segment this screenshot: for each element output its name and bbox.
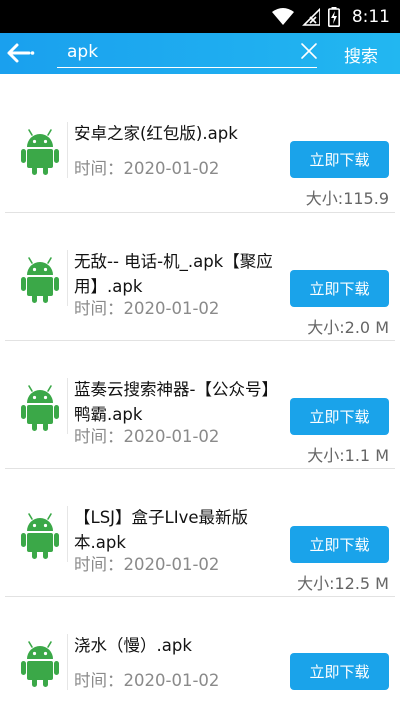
app-icon xyxy=(12,378,68,434)
app-size: 大小:2.0 M xyxy=(307,318,389,337)
status-time: 8:11 xyxy=(351,6,390,27)
app-time: 时间：2020-01-02 xyxy=(74,159,220,178)
android-icon xyxy=(21,129,59,175)
wifi-icon xyxy=(271,7,294,25)
app-name: 无敌-- 电话-机_.apk【聚应用】.apk xyxy=(74,252,273,296)
app-name: 安卓之家(红包版).apk xyxy=(74,124,238,143)
app-icon xyxy=(12,250,68,306)
list-item[interactable]: 安卓之家(红包版).apk 时间：2020-01-02 立即下载 大小:115.… xyxy=(0,85,400,213)
app-time: 时间：2020-01-02 xyxy=(74,671,220,690)
app-size: 大小:12.5 M xyxy=(297,574,389,593)
app-name: 浇水（慢）.apk xyxy=(74,636,192,655)
app-time: 时间：2020-01-02 xyxy=(74,299,220,318)
list-item[interactable]: 无敌-- 电话-机_.apk【聚应用】.apk 时间：2020-01-02 立即… xyxy=(0,213,400,341)
battery-charging-icon xyxy=(327,6,340,27)
android-icon xyxy=(21,641,59,687)
result-list: 安卓之家(红包版).apk 时间：2020-01-02 立即下载 大小:115.… xyxy=(0,85,400,711)
app-size: 大小:115.9 xyxy=(305,189,389,208)
android-icon xyxy=(21,385,59,431)
status-bar: 8:11 xyxy=(0,0,400,33)
app-time: 时间：2020-01-02 xyxy=(74,555,220,574)
android-icon xyxy=(21,257,59,303)
clear-search-button[interactable] xyxy=(300,42,318,60)
back-button[interactable] xyxy=(6,39,36,67)
list-item[interactable]: 【LSJ】盒子LIve最新版本.apk 时间：2020-01-02 立即下载 大… xyxy=(0,469,400,597)
download-button[interactable]: 立即下载 xyxy=(290,141,389,178)
back-arrow-icon xyxy=(7,43,35,63)
app-icon xyxy=(12,122,68,178)
list-item[interactable]: 蓝奏云搜索神器-【公众号】鸭霸.apk 时间：2020-01-02 立即下载 大… xyxy=(0,341,400,469)
download-button[interactable]: 立即下载 xyxy=(290,526,389,563)
search-toolbar: 搜索 xyxy=(0,33,400,74)
status-icons: 8:11 xyxy=(271,0,390,33)
app-name: 【LSJ】盒子LIve最新版本.apk xyxy=(74,508,249,552)
app-icon xyxy=(12,506,68,562)
search-button[interactable]: 搜索 xyxy=(344,42,378,67)
android-icon xyxy=(21,513,59,559)
download-button[interactable]: 立即下载 xyxy=(290,653,389,690)
search-input[interactable] xyxy=(57,37,317,68)
list-item[interactable]: 浇水（慢）.apk 时间：2020-01-02 立即下载 xyxy=(0,597,400,711)
app-time: 时间：2020-01-02 xyxy=(74,427,220,446)
download-button[interactable]: 立即下载 xyxy=(290,398,389,435)
download-button[interactable]: 立即下载 xyxy=(290,270,389,307)
app-size: 大小:1.1 M xyxy=(307,446,389,465)
no-signal-icon xyxy=(301,7,320,26)
app-icon xyxy=(12,634,68,690)
app-name: 蓝奏云搜索神器-【公众号】鸭霸.apk xyxy=(74,380,278,424)
close-icon xyxy=(301,43,317,59)
